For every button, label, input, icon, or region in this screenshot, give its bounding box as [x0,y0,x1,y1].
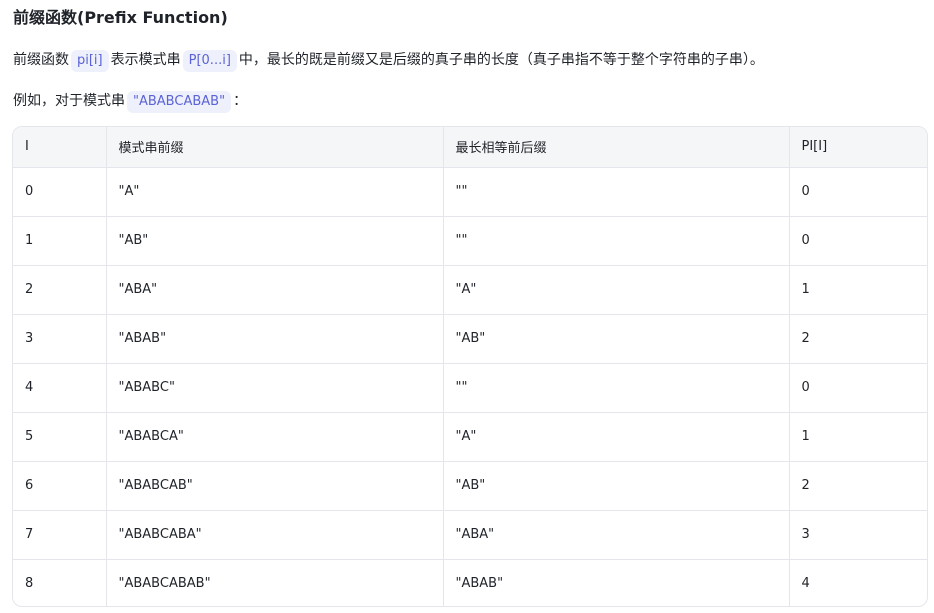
cell-pi: 3 [789,510,927,560]
cell-border: "AB" [443,461,790,511]
header-border: 最长相等前后缀 [443,127,790,168]
cell-pi: 1 [789,412,927,462]
cell-index: 0 [13,167,107,217]
cell-prefix: "ABAB" [106,314,444,364]
table-row: 5 "ABABCA" "A" 1 [13,412,927,462]
cell-prefix: "ABABC" [106,363,444,413]
cell-border: "ABAB" [443,559,790,606]
cell-index: 6 [13,461,107,511]
cell-prefix: "ABABCA" [106,412,444,462]
table-row: 3 "ABAB" "AB" 2 [13,314,927,364]
table-row: 2 "ABA" "A" 1 [13,265,927,315]
prefix-table: I 模式串前缀 最长相等前后缀 PI[I] 0 "A" "" 0 1 "AB" … [13,127,927,606]
cell-index: 2 [13,265,107,315]
cell-border: "ABA" [443,510,790,560]
cell-index: 3 [13,314,107,364]
cell-index: 4 [13,363,107,413]
table-row: 8 "ABABCABAB" "ABAB" 4 [13,559,927,606]
cell-prefix: "ABABCABA" [106,510,444,560]
cell-prefix: "A" [106,167,444,217]
table-row: 7 "ABABCABA" "ABA" 3 [13,510,927,560]
cell-prefix: "ABABCAB" [106,461,444,511]
definition-paragraph: 前缀函数 pi[i] 表示模式串 P[0...i] 中，最长的既是前缀又是后缀的真子串的… [13,49,764,72]
example-paragraph: 例如，对于模式串 "ABABCABAB"： [13,90,247,113]
table-row: 6 "ABABCAB" "AB" 2 [13,461,927,511]
cell-index: 8 [13,559,107,606]
table-header-row: I 模式串前缀 最长相等前后缀 PI[I] [13,127,927,168]
header-pi: PI[I] [789,127,927,168]
cell-pi: 2 [789,461,927,511]
cell-pi: 0 [789,167,927,217]
definition-text-3: 中，最长的既是前缀又是后缀的真子串的长度（真子串指不等于整个字符串的子串）。 [238,52,764,68]
code-p-range: P[0...i] [182,50,237,72]
table-row: 0 "A" "" 0 [13,167,927,217]
cell-index: 7 [13,510,107,560]
cell-index: 1 [13,216,107,266]
cell-border: "" [443,216,790,266]
header-prefix: 模式串前缀 [106,127,444,168]
code-pi-i: pi[i] [71,50,109,72]
cell-index: 5 [13,412,107,462]
section-heading: 前缀函数(Prefix Function) [13,8,228,27]
example-text-2: ： [233,93,248,109]
table-row: 4 "ABABC" "" 0 [13,363,927,413]
definition-text-2: 表示模式串 [110,52,181,68]
cell-pi: 4 [801,576,810,592]
cell-border: "" [443,363,790,413]
definition-text-1: 前缀函数 [13,52,69,68]
cell-prefix: "ABABCABAB" [106,559,444,606]
example-text-1: 例如，对于模式串 [13,93,125,109]
cell-pi: 0 [789,216,927,266]
prefix-table-container: I 模式串前缀 最长相等前后缀 PI[I] 0 "A" "" 0 1 "AB" … [12,126,928,607]
cell-pi: 0 [789,363,927,413]
cell-border: "A" [443,412,790,462]
cell-border: "" [443,167,790,217]
cell-prefix: "AB" [106,216,444,266]
cell-pi: 1 [789,265,927,315]
table-row: 1 "AB" "" 0 [13,216,927,266]
cell-border: "A" [443,265,790,315]
cell-pi: 2 [789,314,927,364]
header-index: I [13,127,107,168]
cell-border: "AB" [443,314,790,364]
cell-prefix: "ABA" [106,265,444,315]
code-pattern: "ABABCABAB" [127,91,232,113]
